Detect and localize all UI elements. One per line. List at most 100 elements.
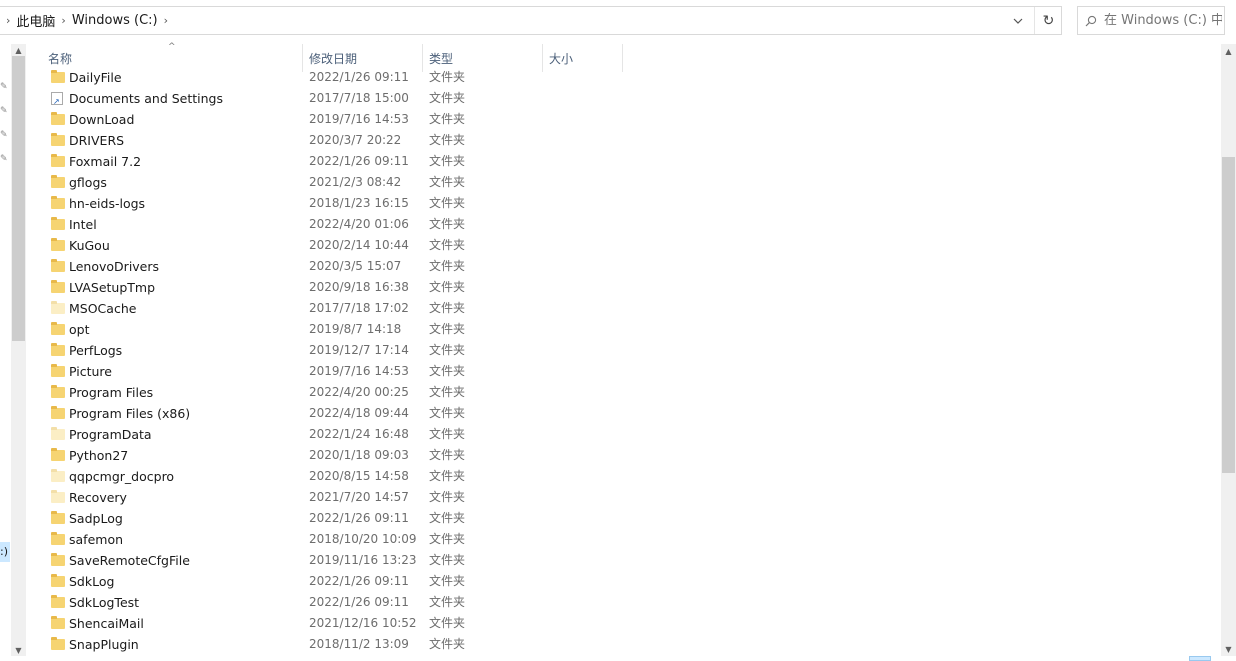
- file-row[interactable]: Program Files 2022/4/20 00:25 文件夹: [30, 382, 1220, 403]
- breadcrumb-windows-c[interactable]: Windows (C:): [72, 13, 158, 28]
- file-name[interactable]: Recovery: [69, 487, 127, 508]
- file-modified-date: 2017/7/18 17:02: [309, 301, 409, 315]
- file-type: 文件夹: [429, 427, 466, 441]
- nav-scrollbar-thumb[interactable]: [12, 56, 25, 341]
- file-name[interactable]: Intel: [69, 214, 97, 235]
- file-name[interactable]: PerfLogs: [69, 340, 122, 361]
- file-type: 文件夹: [429, 175, 466, 189]
- file-row[interactable]: ShencaiMail 2021/12/16 10:52 文件夹: [30, 613, 1220, 634]
- file-name[interactable]: ShencaiMail: [69, 613, 144, 634]
- file-name[interactable]: KuGou: [69, 235, 110, 256]
- nav-selected-drive[interactable]: :): [0, 542, 10, 562]
- file-list-scrollbar-thumb[interactable]: [1222, 157, 1235, 473]
- file-name[interactable]: DailyFile: [69, 67, 122, 88]
- file-name[interactable]: ProgramData: [69, 424, 152, 445]
- file-row[interactable]: MSOCache 2017/7/18 17:02 文件夹: [30, 298, 1220, 319]
- file-row[interactable]: PerfLogs 2019/12/7 17:14 文件夹: [30, 340, 1220, 361]
- file-name[interactable]: gflogs: [69, 172, 107, 193]
- file-list-scrollbar[interactable]: ▲ ▼: [1221, 44, 1236, 656]
- file-name[interactable]: SadpLog: [69, 508, 123, 529]
- refresh-button[interactable]: ↻: [1034, 7, 1062, 34]
- folder-icon: [51, 259, 65, 272]
- file-name[interactable]: qqpcmgr_docpro: [69, 466, 174, 487]
- file-row[interactable]: Documents and Settings 2017/7/18 15:00 文件夹: [30, 88, 1220, 109]
- file-row[interactable]: Program Files (x86) 2022/4/18 09:44 文件夹: [30, 403, 1220, 424]
- file-name[interactable]: Picture: [69, 361, 112, 382]
- file-row[interactable]: qqpcmgr_docpro 2020/8/15 14:58 文件夹: [30, 466, 1220, 487]
- file-name[interactable]: Program Files (x86): [69, 403, 190, 424]
- file-name[interactable]: DRIVERS: [69, 130, 124, 151]
- column-header-name-label: 名称: [48, 51, 73, 66]
- file-modified-date: 2022/1/26 09:11: [309, 154, 409, 168]
- folder-icon: [51, 175, 65, 188]
- file-name[interactable]: SnapPlugin: [69, 634, 139, 655]
- file-modified-date: 2022/1/26 09:11: [309, 574, 409, 588]
- file-row[interactable]: KuGou 2020/2/14 10:44 文件夹: [30, 235, 1220, 256]
- file-row[interactable]: DailyFile 2022/1/26 09:11 文件夹: [30, 67, 1220, 88]
- file-name[interactable]: opt: [69, 319, 89, 340]
- file-name[interactable]: MSOCache: [69, 298, 136, 319]
- file-name[interactable]: LenovoDrivers: [69, 256, 159, 277]
- file-row[interactable]: Recovery 2021/7/20 14:57 文件夹: [30, 487, 1220, 508]
- scroll-up-arrow[interactable]: ▲: [11, 44, 26, 56]
- file-row[interactable]: opt 2019/8/7 14:18 文件夹: [30, 319, 1220, 340]
- folder-icon: [51, 322, 65, 335]
- file-name[interactable]: safemon: [69, 529, 123, 550]
- breadcrumb-separator[interactable]: ›: [0, 14, 16, 27]
- file-name[interactable]: Foxmail 7.2: [69, 151, 141, 172]
- file-row[interactable]: LenovoDrivers 2020/3/5 15:07 文件夹: [30, 256, 1220, 277]
- file-row[interactable]: Picture 2019/7/16 14:53 文件夹: [30, 361, 1220, 382]
- file-row[interactable]: SaveRemoteCfgFile 2019/11/16 13:23 文件夹: [30, 550, 1220, 571]
- folder-icon: [51, 238, 65, 251]
- search-input[interactable]: [1104, 13, 1222, 28]
- file-name[interactable]: SdkLogTest: [69, 592, 139, 613]
- file-row[interactable]: Foxmail 7.2 2022/1/26 09:11 文件夹: [30, 151, 1220, 172]
- file-type: 文件夹: [429, 532, 466, 546]
- file-row[interactable]: gflogs 2021/2/3 08:42 文件夹: [30, 172, 1220, 193]
- scroll-down-arrow[interactable]: ▼: [11, 644, 26, 656]
- file-name[interactable]: LVASetupTmp: [69, 277, 155, 298]
- file-row[interactable]: SnapPlugin 2018/11/2 13:09 文件夹: [30, 634, 1220, 655]
- file-row[interactable]: Python27 2020/1/18 09:03 文件夹: [30, 445, 1220, 466]
- address-history-button[interactable]: [1004, 7, 1032, 34]
- folder-icon: [51, 196, 65, 209]
- file-row[interactable]: safemon 2018/10/20 10:09 文件夹: [30, 529, 1220, 550]
- breadcrumb-separator[interactable]: ›: [158, 14, 174, 27]
- file-row[interactable]: SdkLogTest 2022/1/26 09:11 文件夹: [30, 592, 1220, 613]
- view-toggle-details[interactable]: [1189, 656, 1211, 661]
- file-row[interactable]: hn-eids-logs 2018/1/23 16:15 文件夹: [30, 193, 1220, 214]
- file-name[interactable]: Documents and Settings: [69, 88, 223, 109]
- file-row[interactable]: ProgramData 2022/1/24 16:48 文件夹: [30, 424, 1220, 445]
- file-name[interactable]: Program Files: [69, 382, 153, 403]
- file-modified-date: 2021/2/3 08:42: [309, 175, 402, 189]
- nav-scrollbar[interactable]: ▲ ▼: [11, 44, 26, 656]
- file-name[interactable]: SaveRemoteCfgFile: [69, 550, 190, 571]
- file-type: 文件夹: [429, 301, 466, 315]
- file-name[interactable]: hn-eids-logs: [69, 193, 145, 214]
- file-row[interactable]: SadpLog 2022/1/26 09:11 文件夹: [30, 508, 1220, 529]
- scroll-down-arrow[interactable]: ▼: [1221, 642, 1236, 656]
- file-row[interactable]: LVASetupTmp 2020/9/18 16:38 文件夹: [30, 277, 1220, 298]
- file-type: 文件夹: [429, 70, 466, 84]
- file-row[interactable]: Intel 2022/4/20 01:06 文件夹: [30, 214, 1220, 235]
- file-modified-date: 2022/1/26 09:11: [309, 511, 409, 525]
- file-name[interactable]: DownLoad: [69, 109, 134, 130]
- file-name[interactable]: SdkLog: [69, 571, 114, 592]
- scroll-up-arrow[interactable]: ▲: [1221, 44, 1236, 58]
- breadcrumb-this-pc[interactable]: 此电脑: [16, 11, 55, 30]
- file-name[interactable]: Python27: [69, 445, 128, 466]
- search-box[interactable]: [1077, 6, 1225, 35]
- file-row[interactable]: DownLoad 2019/7/16 14:53 文件夹: [30, 109, 1220, 130]
- folder-icon: [51, 217, 65, 230]
- file-type: 文件夹: [429, 154, 466, 168]
- file-type: 文件夹: [429, 490, 466, 504]
- file-modified-date: 2017/7/18 15:00: [309, 91, 409, 105]
- file-modified-date: 2022/1/26 09:11: [309, 70, 409, 84]
- file-row[interactable]: SdkLog 2022/1/26 09:11 文件夹: [30, 571, 1220, 592]
- breadcrumb-separator[interactable]: ›: [55, 14, 71, 27]
- file-type: 文件夹: [429, 238, 466, 252]
- file-modified-date: 2020/1/18 09:03: [309, 448, 409, 462]
- file-type: 文件夹: [429, 595, 466, 609]
- file-row[interactable]: DRIVERS 2020/3/7 20:22 文件夹: [30, 130, 1220, 151]
- address-bar[interactable]: › 此电脑 › Windows (C:) › ↻: [0, 6, 1062, 35]
